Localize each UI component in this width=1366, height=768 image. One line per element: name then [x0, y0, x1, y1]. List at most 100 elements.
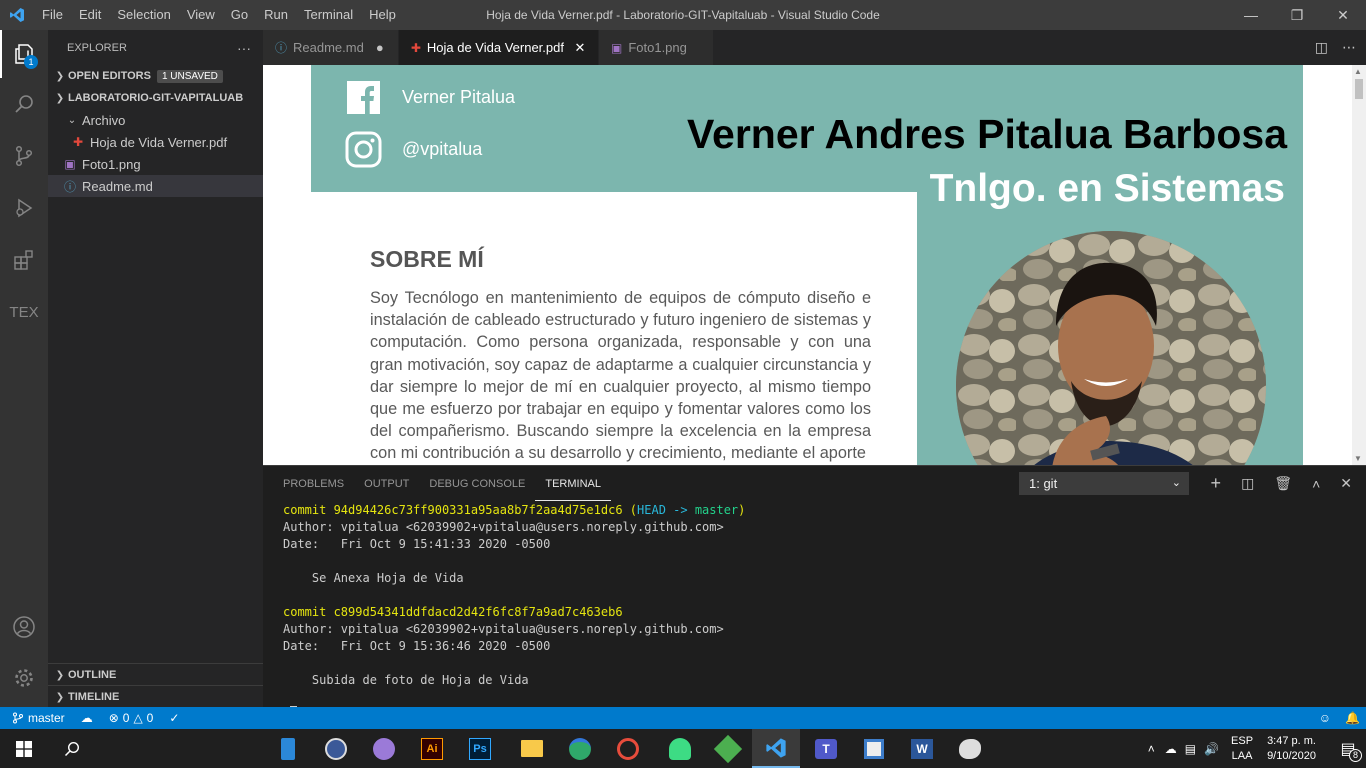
taskbar-app-files[interactable]	[508, 729, 556, 768]
problems-status[interactable]: ⊗ 0 △ 0	[101, 711, 162, 725]
tab-label: Hoja de Vida Verner.pdf	[426, 40, 564, 55]
live-share-icon[interactable]: ☺	[1319, 711, 1331, 725]
taskbar-app-photoshop[interactable]: Ps	[456, 729, 504, 768]
taskbar-app-phone[interactable]	[264, 729, 312, 768]
title-bar: File Edit Selection View Go Run Terminal…	[0, 0, 1366, 30]
close-icon[interactable]: ✕	[572, 40, 588, 56]
taskbar-app-word[interactable]: W	[898, 729, 946, 768]
language-indicator[interactable]: ESP LAA	[1231, 734, 1253, 764]
bell-icon[interactable]: 🔔	[1345, 711, 1360, 725]
app-icon	[617, 737, 639, 760]
taskbar-app-edge[interactable]	[556, 729, 604, 768]
tab-readme[interactable]: ⓘ Readme.md ●	[263, 30, 399, 65]
menu-help[interactable]: Help	[361, 0, 404, 30]
accounts-activity[interactable]	[0, 603, 48, 651]
split-terminal-icon[interactable]: ◫	[1241, 475, 1254, 492]
scroll-down-icon[interactable]: ▼	[1354, 454, 1362, 463]
taskbar-app-android[interactable]	[656, 729, 704, 768]
more-actions-icon[interactable]: ⋯	[1342, 39, 1356, 56]
run-debug-activity[interactable]	[0, 184, 48, 232]
project-section[interactable]: ❯ LABORATORIO-GIT-VAPITALUAB	[48, 87, 263, 109]
editor-scrollbar[interactable]: ▲ ▼	[1352, 65, 1366, 465]
source-control-activity[interactable]	[0, 132, 48, 180]
explorer-title: EXPLORER	[67, 41, 127, 54]
tab-debug-console[interactable]: DEBUG CONSOLE	[419, 466, 535, 501]
search-activity[interactable]	[0, 80, 48, 128]
commit-line-end: )	[738, 503, 746, 517]
chevron-up-icon[interactable]: ˄	[1148, 742, 1155, 756]
sync-status[interactable]: ☁	[73, 711, 101, 725]
notifications-button[interactable]: ▤ 8	[1330, 729, 1366, 768]
menu-terminal[interactable]: Terminal	[296, 0, 361, 30]
tab-foto[interactable]: ▣ Foto1.png	[598, 30, 714, 65]
taskbar-app-github[interactable]	[360, 729, 408, 768]
folder-archivo[interactable]: ⌄ Archivo	[48, 109, 263, 131]
tab-label: Readme.md	[293, 40, 364, 55]
taskbar-app-illustrator[interactable]: Ai	[408, 729, 456, 768]
network-icon[interactable]: ▤	[1185, 742, 1196, 756]
minimize-button[interactable]: —	[1228, 0, 1274, 30]
cv-name: Verner Andres Pitalua Barbosa	[686, 111, 1287, 157]
more-actions-button[interactable]: ···	[237, 40, 251, 56]
file-png[interactable]: ▣ Foto1.png	[48, 153, 263, 175]
tex-activity[interactable]: TEX	[0, 288, 48, 336]
chevron-down-icon: ⌄	[67, 114, 77, 126]
sync-icon: ☁	[80, 711, 93, 725]
check-status[interactable]: ✓	[161, 711, 187, 725]
start-button[interactable]	[0, 729, 48, 768]
taskbar-app-box[interactable]	[850, 729, 898, 768]
clock-time: 3:47 p. m.	[1267, 734, 1316, 747]
taskbar-app-browser[interactable]	[312, 729, 360, 768]
explorer-activity[interactable]: 1	[0, 30, 48, 78]
maximize-panel-icon[interactable]: ˄	[1312, 476, 1320, 492]
date-line: Date: Fri Oct 9 15:36:46 2020 -0500	[283, 639, 551, 653]
instagram-icon	[345, 131, 382, 168]
author-line: Author: vpitalua <62039902+vpitalua@user…	[283, 520, 724, 534]
tab-problems[interactable]: PROBLEMS	[273, 466, 354, 501]
tab-output[interactable]: OUTPUT	[354, 466, 419, 501]
split-editor-icon[interactable]: ◫	[1315, 39, 1328, 56]
pdf-viewer: Verner Pitalua @vpitalua Verner Andres P…	[263, 65, 1366, 465]
restore-button[interactable]: ❐	[1274, 0, 1320, 30]
trash-icon[interactable]: 🗑	[1274, 475, 1292, 492]
extensions-icon	[14, 250, 33, 270]
menu-view[interactable]: View	[179, 0, 223, 30]
taskbar-app-orange[interactable]	[604, 729, 652, 768]
bottom-panel: PROBLEMS OUTPUT DEBUG CONSOLE TERMINAL 1…	[263, 465, 1366, 721]
clock[interactable]: 3:47 p. m. 9/10/2020	[1267, 734, 1316, 764]
open-editors-section[interactable]: ❯ OPEN EDITORS 1 UNSAVED	[48, 65, 263, 87]
taskbar-search[interactable]	[48, 729, 96, 768]
menu-go[interactable]: Go	[223, 0, 256, 30]
bird-browser-icon	[325, 737, 347, 760]
tab-pdf[interactable]: ✚ Hoja de Vida Verner.pdf ✕	[398, 30, 599, 65]
close-panel-icon[interactable]: ✕	[1340, 475, 1352, 492]
menu-run[interactable]: Run	[256, 0, 296, 30]
manage-activity[interactable]	[0, 654, 48, 702]
close-button[interactable]: ✕	[1320, 0, 1366, 30]
menu-file[interactable]: File	[34, 0, 71, 30]
menu-selection[interactable]: Selection	[109, 0, 178, 30]
terminal-selector[interactable]: 1: git ⌄	[1019, 472, 1189, 495]
cloud-icon[interactable]: ☁	[1165, 742, 1177, 756]
language-bottom: LAA	[1231, 749, 1253, 762]
menu-edit[interactable]: Edit	[71, 0, 109, 30]
file-pdf[interactable]: ✚ Hoja de Vida Verner.pdf	[48, 131, 263, 153]
taskbar-app-cube[interactable]	[704, 729, 752, 768]
about-heading: SOBRE MÍ	[370, 246, 484, 272]
timeline-section[interactable]: ❯ TIMELINE	[48, 686, 263, 708]
terminal-output[interactable]: commit 94d94426c73ff900331a95aa8b7f2aa4d…	[283, 502, 745, 723]
tab-terminal[interactable]: TERMINAL	[535, 466, 611, 501]
file-md[interactable]: ⓘ Readme.md	[48, 175, 263, 197]
new-terminal-icon[interactable]: +	[1211, 473, 1222, 494]
scroll-up-icon[interactable]: ▲	[1354, 67, 1362, 76]
volume-icon[interactable]: 🔊	[1204, 742, 1219, 756]
branch-status[interactable]: master	[0, 711, 73, 725]
taskbar-app-paint[interactable]	[946, 729, 994, 768]
outline-section[interactable]: ❯ OUTLINE	[48, 664, 263, 686]
scroll-thumb[interactable]	[1355, 79, 1363, 99]
taskbar-app-teams[interactable]: T	[802, 729, 850, 768]
taskbar-app-vscode[interactable]	[752, 729, 800, 768]
chevron-right-icon: ❯	[55, 70, 65, 82]
extensions-activity[interactable]	[0, 236, 48, 284]
dirty-indicator[interactable]: ●	[372, 40, 388, 55]
